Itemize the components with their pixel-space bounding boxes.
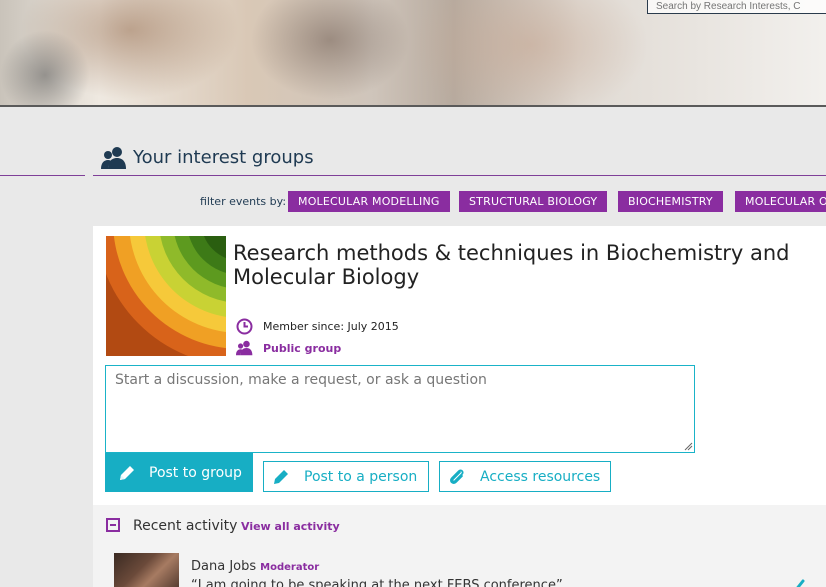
section-header: Your interest groups [93,140,826,176]
post-to-person-button[interactable]: Post to a person [263,461,429,492]
group-card: Research methods & techniques in Biochem… [93,226,826,505]
recent-activity-panel: Recent activity View all activity Dana J… [93,505,826,587]
post-to-group-button[interactable]: Post to group [105,453,253,492]
group-thumbnail [106,236,226,356]
collapse-icon[interactable] [106,518,120,532]
member-since-text: Member since: July 2015 [263,320,399,333]
access-resources-button[interactable]: Access resources [439,461,611,492]
check-icon [796,579,805,587]
author-role: Moderator [260,562,320,573]
visibility-text: Public group [263,341,342,355]
hero-divider [0,105,826,107]
paperclip-icon [450,468,464,484]
clock-icon [236,318,253,335]
view-all-activity-link[interactable]: View all activity [241,520,340,533]
group-visibility: Public group [236,340,341,356]
pencil-icon [274,469,288,484]
group-title[interactable]: Research methods & techniques in Biochem… [233,241,793,289]
section-rule-left [0,175,85,176]
filter-tag-structural-biology[interactable]: STRUCTURAL BIOLOGY [459,191,608,212]
pencil-icon [120,465,134,480]
people-icon [101,147,126,169]
avatar[interactable] [114,553,179,587]
author-name[interactable]: Dana Jobs [191,559,256,574]
filter-tag-biochemistry[interactable]: BIOCHEMISTRY [618,191,723,212]
recent-activity-title: Recent activity [133,518,238,534]
post-to-person-label: Post to a person [304,468,418,485]
filter-label: filter events by: [200,195,287,208]
resize-grip-icon[interactable] [683,441,693,451]
filter-tag-molecular-modelling[interactable]: MOLECULAR MODELLING [288,191,450,212]
section-title: Your interest groups [133,147,314,168]
activity-author: Dana Jobs Moderator [191,559,319,574]
filter-tag-molecular-other[interactable]: MOLECULAR O [735,191,826,212]
search-input[interactable] [647,0,826,14]
activity-quote[interactable]: “I am going to be speaking at the next F… [191,578,563,587]
discussion-input[interactable] [105,365,695,453]
post-to-group-label: Post to group [149,464,242,481]
access-resources-label: Access resources [480,468,601,485]
member-since: Member since: July 2015 [236,318,399,335]
hero-banner [0,0,826,106]
people-icon [236,340,253,356]
